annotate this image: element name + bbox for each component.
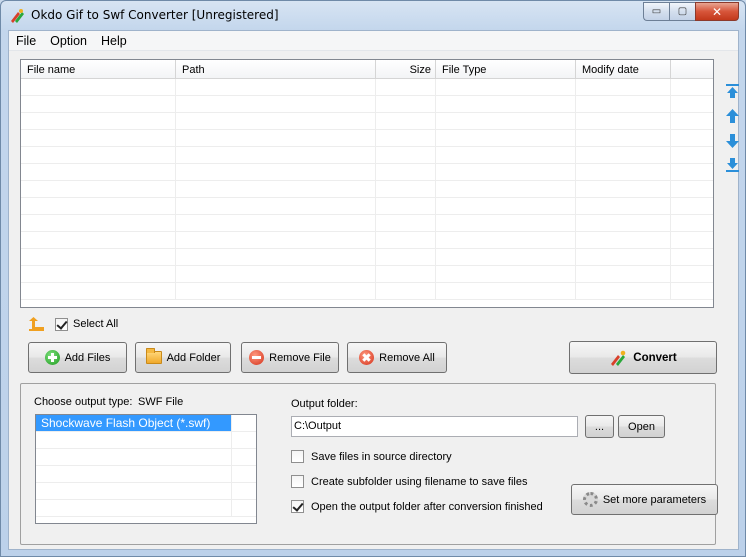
move-top-icon[interactable] — [725, 83, 740, 99]
close-button[interactable]: ✕ — [695, 2, 739, 21]
empty-row — [21, 266, 713, 283]
empty-row — [21, 130, 713, 147]
column-size[interactable]: Size — [376, 60, 436, 79]
empty-row — [21, 164, 713, 181]
option-open-output-folder[interactable]: Open the output folder after conversion … — [291, 500, 543, 513]
browse-button[interactable]: ... — [585, 415, 614, 438]
empty-row — [21, 79, 713, 96]
create-subfolder-label: Create subfolder using filename to save … — [311, 475, 528, 488]
output-type-list[interactable]: Shockwave Flash Object (*.swf) — [35, 414, 257, 524]
empty-row — [36, 500, 256, 517]
empty-row — [36, 449, 256, 466]
maximize-icon: ▢ — [677, 6, 688, 17]
menu-option[interactable]: Option — [43, 31, 94, 51]
move-up-icon[interactable] — [725, 108, 740, 124]
select-all-row: Select All — [28, 316, 118, 332]
column-path[interactable]: Path — [176, 60, 376, 79]
open-output-folder-label: Open the output folder after conversion … — [311, 500, 543, 513]
save-in-source-label: Save files in source directory — [311, 450, 452, 463]
app-icon — [11, 9, 24, 23]
column-file-type[interactable]: File Type — [436, 60, 576, 79]
open-folder-button[interactable]: Open — [618, 415, 665, 438]
move-bottom-icon[interactable] — [725, 157, 740, 173]
option-create-subfolder[interactable]: Create subfolder using filename to save … — [291, 475, 527, 488]
gear-icon — [582, 492, 598, 507]
window-title: Okdo Gif to Swf Converter [Unregistered] — [31, 8, 279, 22]
set-more-parameters-button[interactable]: Set more parameters — [571, 484, 718, 515]
output-folder-input[interactable]: C:\Output — [291, 416, 578, 437]
empty-row — [21, 283, 713, 300]
move-down-icon[interactable] — [725, 133, 740, 149]
menu-help[interactable]: Help — [94, 31, 134, 51]
type-option-label: Shockwave Flash Object (*.swf) — [36, 415, 232, 431]
select-all-checkbox[interactable] — [55, 317, 68, 331]
empty-row — [21, 113, 713, 130]
remove-all-icon — [359, 350, 375, 365]
column-filler — [671, 60, 713, 79]
empty-row — [21, 198, 713, 215]
convert-icon — [611, 350, 626, 366]
output-type-label: Choose output type: — [34, 396, 133, 408]
open-output-folder-checkbox[interactable] — [291, 500, 304, 513]
file-list-header: File name Path Size File Type Modify dat… — [21, 60, 713, 79]
file-list[interactable]: File name Path Size File Type Modify dat… — [20, 59, 714, 308]
up-folder-icon[interactable] — [28, 317, 45, 331]
empty-row — [36, 483, 256, 500]
set-more-parameters-label: Set more parameters — [602, 493, 707, 506]
column-file-name[interactable]: File name — [21, 60, 176, 79]
empty-row — [21, 249, 713, 266]
convert-button[interactable]: Convert — [569, 341, 717, 374]
convert-label: Convert — [633, 351, 677, 364]
remove-file-button[interactable]: Remove File — [241, 342, 339, 373]
option-save-in-source[interactable]: Save files in source directory — [291, 450, 452, 463]
minimize-icon: ▭ — [651, 6, 662, 17]
add-icon — [44, 350, 60, 365]
app-window: Okdo Gif to Swf Converter [Unregistered]… — [0, 0, 746, 557]
save-in-source-checkbox[interactable] — [291, 450, 304, 463]
add-folder-button[interactable]: Add Folder — [135, 342, 231, 373]
add-folder-label: Add Folder — [166, 351, 221, 364]
remove-all-button[interactable]: Remove All — [347, 342, 447, 373]
title-bar[interactable]: Okdo Gif to Swf Converter [Unregistered]… — [1, 1, 745, 31]
output-type-value: SWF File — [138, 396, 184, 408]
column-modify-date[interactable]: Modify date — [576, 60, 671, 79]
remove-icon — [249, 350, 265, 365]
create-subfolder-checkbox[interactable] — [291, 475, 304, 488]
select-all-label: Select All — [73, 318, 119, 330]
remove-all-label: Remove All — [379, 351, 435, 364]
empty-row — [21, 215, 713, 232]
empty-row — [21, 96, 713, 113]
client-area: File Option Help File name Path Size Fil… — [8, 30, 739, 550]
menu-bar: File Option Help — [9, 31, 738, 51]
menu-file[interactable]: File — [9, 31, 43, 51]
empty-row — [21, 181, 713, 198]
add-files-button[interactable]: Add Files — [28, 342, 127, 373]
maximize-button[interactable]: ▢ — [669, 2, 695, 21]
window-controls: ▭ ▢ ✕ — [643, 2, 739, 21]
add-files-label: Add Files — [64, 351, 111, 364]
output-folder-label: Output folder: — [291, 398, 358, 410]
empty-row — [36, 466, 256, 483]
empty-row — [21, 232, 713, 249]
remove-file-label: Remove File — [269, 351, 331, 364]
output-settings-panel: Choose output type: SWF File Shockwave F… — [20, 383, 718, 545]
close-icon: ✕ — [711, 4, 723, 19]
file-list-rows — [21, 79, 713, 300]
minimize-button[interactable]: ▭ — [643, 2, 669, 21]
folder-icon — [145, 348, 162, 364]
empty-row — [36, 432, 256, 449]
empty-row — [21, 147, 713, 164]
type-option[interactable]: Shockwave Flash Object (*.swf) — [36, 415, 256, 432]
